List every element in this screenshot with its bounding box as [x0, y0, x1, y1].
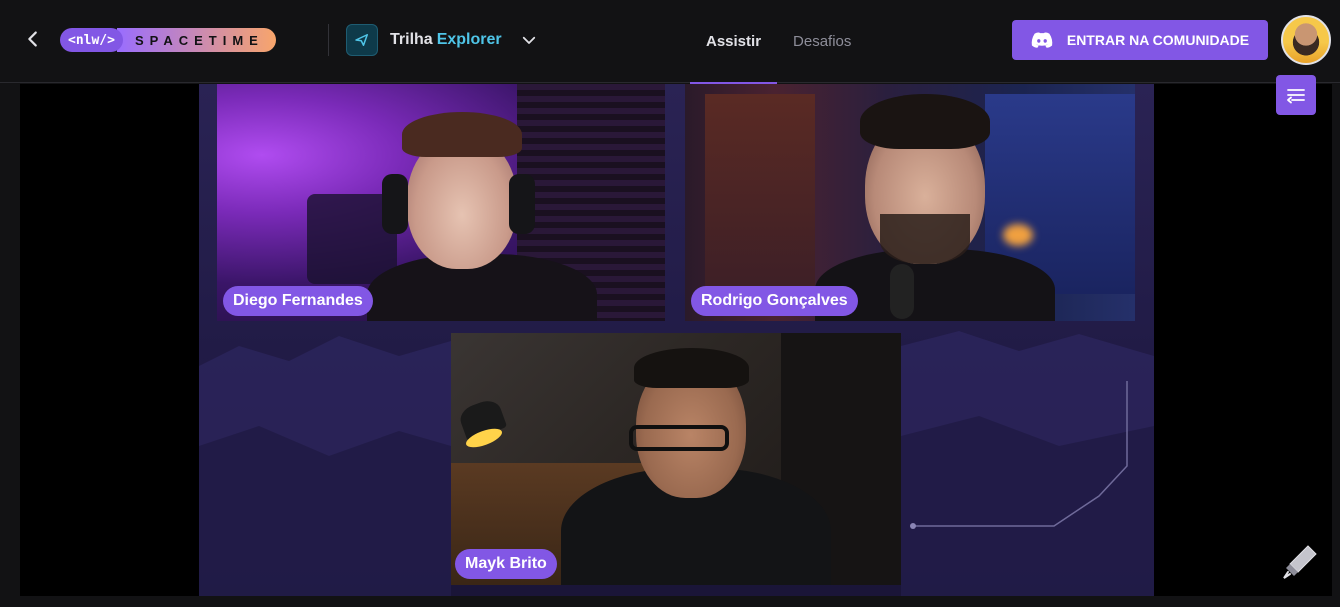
- explorer-track-icon: [346, 24, 378, 56]
- lamp-glow: [1003, 224, 1033, 246]
- track-label: Trilha Explorer: [390, 31, 502, 49]
- shelf-left: [705, 94, 815, 314]
- list-toggle-icon: [1287, 89, 1305, 104]
- name-tag-mayk: Mayk Brito: [455, 549, 557, 579]
- main-nav: Assistir Desafios: [690, 0, 867, 84]
- glasses-shape: [629, 425, 729, 451]
- chevron-down-icon: [522, 36, 535, 44]
- headphone-right: [509, 174, 535, 234]
- top-header: <nlw/> SPACETIME Trilha Explorer Assistir…: [0, 0, 1340, 84]
- tab-desafios[interactable]: Desafios: [777, 0, 867, 83]
- hair-shape: [860, 94, 990, 149]
- track-name: Explorer: [436, 31, 502, 48]
- user-avatar[interactable]: [1281, 15, 1331, 65]
- toggle-sidebar-button[interactable]: [1276, 75, 1316, 115]
- join-community-label: ENTRAR NA COMUNIDADE: [1066, 32, 1250, 48]
- rocket-icon[interactable]: [1280, 542, 1320, 582]
- join-community-button[interactable]: ENTRAR NA COMUNIDADE: [1012, 20, 1268, 60]
- logo-nlw-text: <nlw/>: [60, 28, 123, 52]
- participant-tile-mayk: Mayk Brito: [451, 333, 901, 585]
- logo-brand-text: SPACETIME: [116, 28, 276, 52]
- participant-tile-diego: Diego Fernandes: [217, 84, 665, 321]
- tab-assistir[interactable]: Assistir: [690, 0, 778, 84]
- track-prefix: Trilha: [390, 31, 433, 48]
- back-arrow-icon[interactable]: [22, 27, 44, 51]
- discord-icon: [1031, 32, 1053, 48]
- live-video[interactable]: Diego Fernandes Rodrigo Gonçalves Mayk B…: [199, 84, 1154, 596]
- headphone-left: [382, 174, 408, 234]
- nlw-spacetime-logo[interactable]: <nlw/> SPACETIME: [60, 27, 276, 53]
- participant-tile-rodrigo: Rodrigo Gonçalves: [685, 84, 1135, 321]
- track-selector[interactable]: Trilha Explorer: [346, 24, 538, 56]
- hair-shape: [634, 348, 749, 388]
- video-stage: Diego Fernandes Rodrigo Gonçalves Mayk B…: [20, 84, 1332, 596]
- beard-shape: [880, 214, 970, 264]
- hair-shape: [402, 112, 522, 157]
- name-tag-rodrigo: Rodrigo Gonçalves: [691, 286, 858, 316]
- microphone-shape: [890, 264, 914, 319]
- header-divider: [328, 24, 329, 56]
- name-tag-diego: Diego Fernandes: [223, 286, 373, 316]
